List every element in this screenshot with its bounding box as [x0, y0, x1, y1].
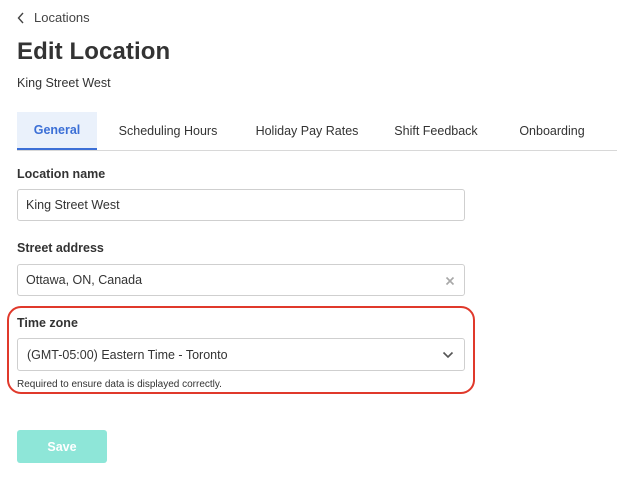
save-button[interactable]: Save: [17, 430, 107, 463]
location-name-input[interactable]: [17, 189, 465, 221]
chevron-left-icon: [17, 12, 24, 23]
close-icon[interactable]: [443, 274, 457, 288]
street-address-label: Street address: [17, 241, 104, 255]
tab-scheduling-hours[interactable]: Scheduling Hours: [97, 112, 239, 149]
tab-general[interactable]: General: [17, 112, 97, 150]
time-zone-select[interactable]: (GMT-05:00) Eastern Time - Toronto: [17, 338, 465, 371]
chevron-down-icon: [442, 351, 454, 358]
back-link-label: Locations: [34, 10, 90, 25]
street-address-input[interactable]: [17, 264, 465, 296]
tab-holiday-pay-rates[interactable]: Holiday Pay Rates: [239, 112, 375, 149]
time-zone-label: Time zone: [17, 316, 78, 330]
time-zone-selected-value: (GMT-05:00) Eastern Time - Toronto: [27, 347, 228, 362]
tab-onboarding[interactable]: Onboarding: [497, 112, 607, 149]
page-title: Edit Location: [17, 38, 171, 65]
tab-bar: General Scheduling Hours Holiday Pay Rat…: [17, 112, 617, 151]
tab-shift-feedback[interactable]: Shift Feedback: [375, 112, 497, 149]
back-to-locations-link[interactable]: Locations: [17, 10, 90, 25]
time-zone-help-text: Required to ensure data is displayed cor…: [17, 379, 222, 390]
edit-location-page: Locations Edit Location King Street West…: [0, 0, 617, 492]
location-subtitle: King Street West: [17, 76, 111, 90]
location-name-label: Location name: [17, 167, 106, 181]
